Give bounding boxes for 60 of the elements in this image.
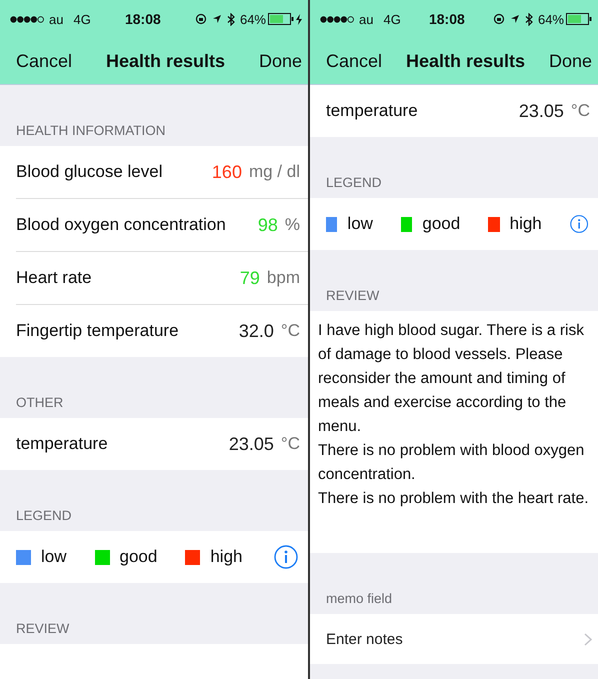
location-icon (510, 14, 520, 24)
legend-label: high (510, 214, 542, 234)
legend-label: high (210, 547, 242, 567)
nav-title: Health results (406, 50, 526, 72)
row-unit: bpm (266, 268, 300, 288)
chevron-icon (584, 632, 592, 646)
info-icon[interactable] (570, 212, 588, 236)
lock-rotation-icon (492, 13, 505, 25)
signal-icon (320, 16, 354, 22)
battery-icon (566, 13, 592, 25)
bluetooth-icon (226, 12, 235, 26)
row-label: Heart rate (16, 268, 93, 288)
section-header: REVIEW (15, 620, 70, 638)
done-button[interactable]: Done (258, 50, 302, 72)
lock-rotation-icon (194, 13, 207, 25)
review-text: I have high blood sugar. There is a risk of damage to blood vessels. Please reconsider the amount and timing of meals and exercise according to the menu. There is no problem with blood oxygen concentration. There is no problem with the heart rate. (317, 321, 590, 509)
cancel-button[interactable]: Cancel (16, 50, 72, 72)
row-value: 79 (240, 268, 260, 288)
bluetooth-icon (524, 12, 533, 26)
row-label: temperature (326, 101, 419, 121)
carrier-label: au (359, 12, 374, 26)
nav-title: Health results (106, 50, 226, 72)
signal-icon (10, 16, 44, 22)
location-icon (212, 14, 222, 24)
legend-label: good (422, 214, 460, 234)
row-value: 23.05 (518, 100, 564, 122)
row-label: Blood oxygen concentration (16, 215, 227, 235)
section-header: LEGEND (325, 174, 383, 192)
section-header: LEGEND (15, 507, 73, 525)
row-value: 160 (212, 162, 242, 182)
row-label: Fingertip temperature (16, 321, 180, 341)
row-unit: °C (280, 434, 300, 454)
row-value: 98 (258, 214, 278, 236)
legend-label: good (120, 547, 158, 567)
section-header: REVIEW (325, 287, 380, 305)
row-value: 23.05 (228, 434, 274, 454)
carrier-label: au (49, 12, 64, 26)
done-button[interactable]: Done (548, 50, 592, 72)
network-label: 4G (73, 12, 91, 26)
network-label: 4G (383, 12, 401, 26)
row-label: temperature (16, 434, 109, 454)
section-header: memo field (325, 590, 394, 608)
battery-percent: 64% (240, 12, 266, 26)
notes-row[interactable]: Enter notes (310, 614, 598, 664)
legend-label: low (347, 214, 373, 234)
battery-icon (268, 13, 294, 25)
row-value: 32.0 (238, 320, 274, 342)
section-header: HEALTH INFORMATION (15, 122, 167, 140)
row-unit: mg / dl (248, 162, 300, 182)
status-time: 18:08 (124, 11, 162, 27)
row-unit: °C (570, 101, 590, 121)
section-header: OTHER (15, 394, 64, 412)
battery-percent: 64% (538, 12, 564, 26)
status-time: 18:08 (428, 11, 466, 27)
cancel-button[interactable]: Cancel (326, 50, 382, 72)
info-icon[interactable] (274, 545, 298, 569)
row-unit: % (284, 215, 300, 235)
legend-label: low (41, 547, 67, 567)
row-label: Blood glucose level (16, 162, 164, 182)
row-unit: °C (280, 321, 300, 341)
